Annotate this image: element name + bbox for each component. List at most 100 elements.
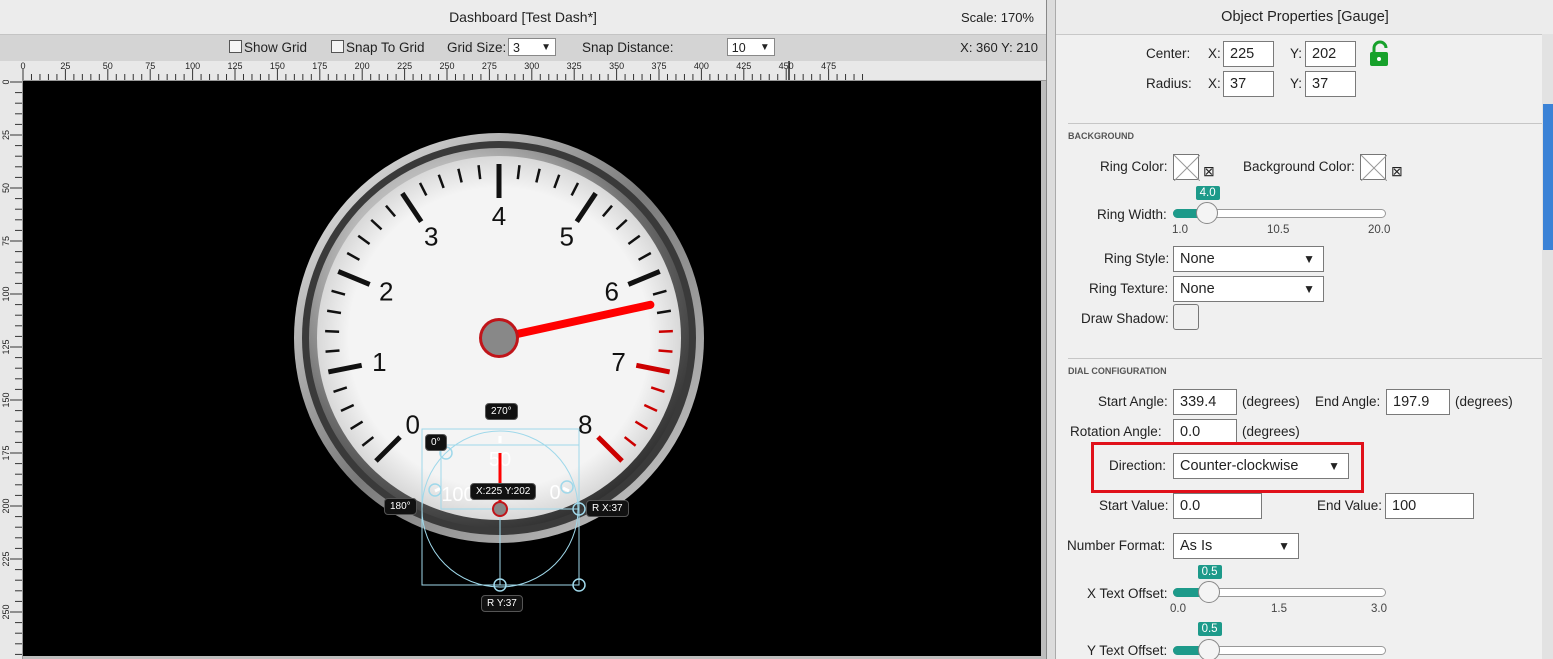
properties-scrollbar[interactable] xyxy=(1542,34,1553,659)
ring-width-slider-thumb[interactable] xyxy=(1195,202,1218,224)
angle-180-tag: 180° xyxy=(384,498,417,515)
properties-title: Object Properties [Gauge] xyxy=(1056,0,1553,35)
clear-color-icon[interactable]: ⊠ xyxy=(1391,164,1404,178)
x-text-offset-max: 3.0 xyxy=(1371,603,1387,615)
ruler-label: 450 xyxy=(779,61,794,71)
ring-texture-label: Ring Texture: xyxy=(1089,281,1169,296)
ruler-label: 425 xyxy=(736,61,751,71)
gauge-dial-label: 2 xyxy=(379,276,393,306)
x-text-offset-slider-thumb[interactable] xyxy=(1197,581,1220,603)
ruler-label: 25 xyxy=(1,130,11,140)
draw-shadow-checkbox[interactable] xyxy=(1173,304,1199,330)
angle-0-tag: 0° xyxy=(425,434,447,451)
gauge-dial-label: 0 xyxy=(405,409,419,439)
start-value-label: Start Value: xyxy=(1099,498,1169,513)
radius-x-tag: R X:37 xyxy=(586,500,629,517)
unlock-icon[interactable] xyxy=(1366,40,1394,71)
gauge-dial-label: 5 xyxy=(560,222,574,252)
ruler-label: 100 xyxy=(185,61,200,71)
ruler-label: 25 xyxy=(60,61,70,71)
ruler-label: 300 xyxy=(524,61,539,71)
background-color-swatch[interactable] xyxy=(1360,154,1387,181)
gauge-dial-label: 1 xyxy=(372,347,386,377)
ruler-label: 175 xyxy=(1,445,11,460)
gauge-widget[interactable]: 012345678 50 100 0 xyxy=(23,81,1041,656)
ring-color-swatch[interactable] xyxy=(1173,154,1200,181)
vertical-ruler: 0 25 50 75 100 125 150 175 200 225 250 xyxy=(0,79,23,659)
radius-label: Radius: xyxy=(1146,76,1192,91)
center-x-input[interactable]: 225 xyxy=(1223,41,1274,67)
center-tag: X:225 Y:202 xyxy=(470,483,537,500)
rotation-angle-label: Rotation Angle: xyxy=(1070,424,1162,439)
dropdown-arrow-icon: ▼ xyxy=(759,42,770,53)
start-angle-unit: (degrees) xyxy=(1242,394,1300,409)
direction-select[interactable]: Counter-clockwise ▼ xyxy=(1173,453,1349,479)
gauge-dial-label: 6 xyxy=(604,276,618,306)
ruler-label: 0 xyxy=(1,80,11,85)
x-text-offset-value: 0.5 xyxy=(1197,565,1222,579)
ruler-label: 125 xyxy=(1,339,11,354)
ruler-label: 225 xyxy=(1,551,11,566)
x-text-offset-mid: 1.5 xyxy=(1271,603,1287,615)
vertical-ruler-ticks: 0 25 50 75 100 125 150 175 200 225 250 xyxy=(1,79,22,655)
radius-y-input[interactable]: 37 xyxy=(1305,71,1356,97)
direction-value: Counter-clockwise xyxy=(1180,458,1299,474)
radius-x-label: X: xyxy=(1208,76,1221,91)
ring-texture-select[interactable]: None ▼ xyxy=(1173,276,1324,302)
snap-distance-select[interactable]: 10 ▼ xyxy=(726,38,775,56)
ring-style-select[interactable]: None ▼ xyxy=(1173,246,1324,272)
start-angle-input[interactable]: 339.4 xyxy=(1173,389,1237,415)
snap-to-grid-checkbox[interactable]: Snap To Grid xyxy=(331,40,425,55)
dashboard-canvas[interactable]: 012345678 50 100 0 xyxy=(23,81,1041,656)
x-text-offset-min: 0.0 xyxy=(1170,603,1186,615)
ruler-label: 250 xyxy=(1,604,11,619)
ring-color-label: Ring Color: xyxy=(1100,159,1168,174)
radius-x-input[interactable]: 37 xyxy=(1223,71,1274,97)
dashboard-title: Dashboard [Test Dash*] xyxy=(449,9,597,25)
object-properties-panel: Object Properties [Gauge] Center: X: 225… xyxy=(1055,0,1553,659)
ruler-label: 50 xyxy=(103,61,113,71)
x-text-offset-label: X Text Offset: xyxy=(1087,586,1168,601)
start-value-input[interactable]: 0.0 xyxy=(1173,493,1262,519)
center-label: Center: xyxy=(1146,46,1191,61)
radius-y-tag: R Y:37 xyxy=(481,595,523,612)
ruler-label: 200 xyxy=(355,61,370,71)
grid-size-select[interactable]: 3 ▼ xyxy=(508,38,556,56)
horizontal-ruler-ticks: 0 25 50 75 100 125 150 175 200 225 250 275 300 325 350… xyxy=(20,61,864,80)
ruler-label: 100 xyxy=(1,286,11,301)
gauge-minor-tick xyxy=(516,165,521,180)
snap-to-grid-label: Snap To Grid xyxy=(346,40,425,55)
y-text-offset-slider-thumb[interactable] xyxy=(1197,639,1220,659)
clear-color-icon[interactable]: ⊠ xyxy=(1203,164,1216,178)
snap-distance-value: 10 xyxy=(731,41,746,55)
ruler-label: 50 xyxy=(1,183,11,193)
ruler-label: 200 xyxy=(1,498,11,513)
ruler-label: 175 xyxy=(312,61,327,71)
end-angle-input[interactable]: 197.9 xyxy=(1386,389,1450,415)
show-grid-checkbox[interactable]: Show Grid xyxy=(229,40,307,55)
ruler-label: 325 xyxy=(567,61,582,71)
mini-hub xyxy=(492,501,508,517)
needle-hub xyxy=(482,321,516,355)
ruler-label: 150 xyxy=(270,61,285,71)
dashboard-editor: Dashboard [Test Dash*] Scale: 170% Show … xyxy=(0,0,1047,659)
dropdown-arrow-icon: ▼ xyxy=(1303,252,1315,266)
gauge-minor-tick xyxy=(658,329,673,333)
dropdown-arrow-icon: ▼ xyxy=(1328,459,1340,473)
ring-width-max: 20.0 xyxy=(1368,224,1391,236)
number-format-select[interactable]: As Is ▼ xyxy=(1173,533,1299,559)
scrollbar-thumb[interactable] xyxy=(1543,104,1553,250)
end-angle-label: End Angle: xyxy=(1315,394,1381,409)
dropdown-arrow-icon: ▼ xyxy=(541,42,551,53)
end-angle-unit: (degrees) xyxy=(1455,394,1513,409)
grid-size-value: 3 xyxy=(513,41,520,55)
ruler-label: 250 xyxy=(439,61,454,71)
draw-shadow-label: Draw Shadow: xyxy=(1081,311,1169,326)
end-value-input[interactable]: 100 xyxy=(1385,493,1474,519)
center-y-input[interactable]: 202 xyxy=(1305,41,1356,67)
rotation-angle-unit: (degrees) xyxy=(1242,424,1300,439)
y-text-offset-label: Y Text Offset: xyxy=(1087,643,1168,658)
ruler-label: 400 xyxy=(694,61,709,71)
dropdown-arrow-icon: ▼ xyxy=(1303,282,1315,296)
show-grid-label: Show Grid xyxy=(244,40,308,55)
